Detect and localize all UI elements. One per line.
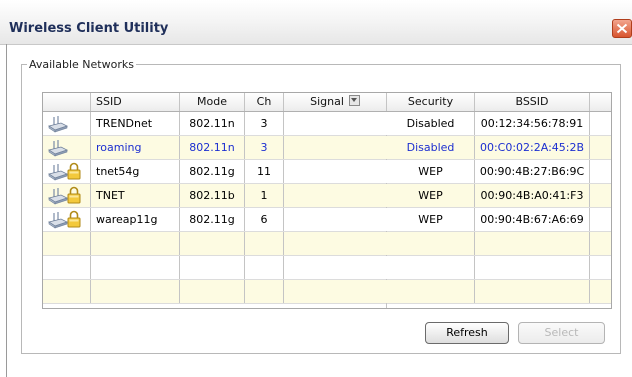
empty-cell [180,256,245,279]
table-row[interactable]: tnet54g802.11g1160%WEP00:90:4B:27:B6:9C [43,160,611,206]
ssid-cell: tnet54g [91,160,180,183]
empty-cell [475,232,590,255]
bssid-cell: 00:C0:02:2A:45:2B [475,136,590,159]
empty-cell [91,256,180,279]
close-button[interactable] [612,19,632,38]
lock-icon [67,162,81,180]
empty-table-row [43,256,611,302]
network-icon-cell [43,112,91,135]
wireless-network-icon [48,116,69,133]
ch-cell: 3 [245,112,284,135]
header-ch[interactable]: Ch [245,93,284,111]
title-bar: Wireless Client Utility [0,0,632,45]
ssid-cell: TRENDnet [91,112,180,135]
bssid-cell: 00:90:4B:A0:41:F3 [475,184,590,207]
spacer-cell [590,184,611,207]
empty-cell [245,232,284,255]
security-cell: Disabled [387,136,475,159]
ch-cell: 1 [245,184,284,207]
empty-cell [475,280,590,303]
empty-table-row [43,232,611,278]
empty-cell [245,280,284,303]
empty-cell [387,256,475,279]
networks-table: SSID Mode Ch Signal Security BSSID TREND… [42,92,612,309]
bssid-cell: 00:90:4B:27:B6:9C [475,160,590,183]
lock-icon [67,186,81,204]
empty-cell [91,280,180,303]
security-cell: WEP [387,208,475,231]
mode-cell: 802.11g [180,208,245,231]
lock-icon [67,210,81,228]
empty-cell [590,256,611,279]
security-cell: Disabled [387,112,475,135]
wireless-network-icon [48,140,69,157]
header-spacer [590,93,611,111]
table-row[interactable]: wareap11g802.11g638%WEP00:90:4B:67:A6:69 [43,208,611,254]
empty-cell [590,280,611,303]
ssid-cell: roaming [91,136,180,159]
empty-cell [91,232,180,255]
security-cell: WEP [387,184,475,207]
header-mode[interactable]: Mode [180,93,245,111]
empty-cell [475,256,590,279]
security-cell: WEP [387,160,475,183]
mode-cell: 802.11g [180,160,245,183]
empty-cell [43,232,91,255]
sort-dropdown-icon[interactable] [348,95,360,106]
bssid-cell: 00:90:4B:67:A6:69 [475,208,590,231]
table-header: SSID Mode Ch Signal Security BSSID [43,93,611,112]
mode-cell: 802.11n [180,136,245,159]
mode-cell: 802.11n [180,112,245,135]
header-security[interactable]: Security [387,93,475,111]
ch-cell: 6 [245,208,284,231]
ch-cell: 3 [245,136,284,159]
wireless-network-icon [48,164,69,181]
network-icon-cell [43,184,91,207]
spacer-cell [590,160,611,183]
empty-cell [43,256,91,279]
refresh-button[interactable]: Refresh [425,322,509,344]
select-button[interactable]: Select [518,322,605,344]
empty-cell [43,280,91,303]
close-icon [616,23,628,34]
ssid-cell: wareap11g [91,208,180,231]
wireless-network-icon [48,212,69,229]
app-window: Wireless Client Utility Available Networ… [0,0,632,377]
spacer-cell [590,208,611,231]
empty-table-row [43,280,611,308]
window-left-border [6,44,7,377]
empty-cell [180,280,245,303]
header-icon[interactable] [43,93,91,111]
table-row[interactable]: roaming802.11n373%Disabled00:C0:02:2A:45… [43,136,611,182]
window-title: Wireless Client Utility [9,21,169,36]
empty-cell [387,232,475,255]
empty-cell [387,280,475,303]
table-row[interactable]: TRENDnet802.11n3100%Disabled00:12:34:56:… [43,112,611,158]
table-row[interactable]: TNET802.11b145%WEP00:90:4B:A0:41:F3 [43,184,611,230]
header-signal[interactable]: Signal [284,93,387,111]
header-ssid[interactable]: SSID [91,93,180,111]
empty-cell [245,256,284,279]
mode-cell: 802.11b [180,184,245,207]
network-icon-cell [43,208,91,231]
header-bssid[interactable]: BSSID [475,93,590,111]
header-signal-label: Signal [310,95,344,108]
network-icon-cell [43,160,91,183]
empty-cell [180,232,245,255]
wireless-network-icon [48,188,69,205]
spacer-cell [590,112,611,135]
ssid-cell: TNET [91,184,180,207]
empty-cell [284,303,387,308]
empty-cell [590,232,611,255]
network-icon-cell [43,136,91,159]
group-label: Available Networks [27,58,136,71]
spacer-cell [590,136,611,159]
bssid-cell: 00:12:34:56:78:91 [475,112,590,135]
ch-cell: 11 [245,160,284,183]
